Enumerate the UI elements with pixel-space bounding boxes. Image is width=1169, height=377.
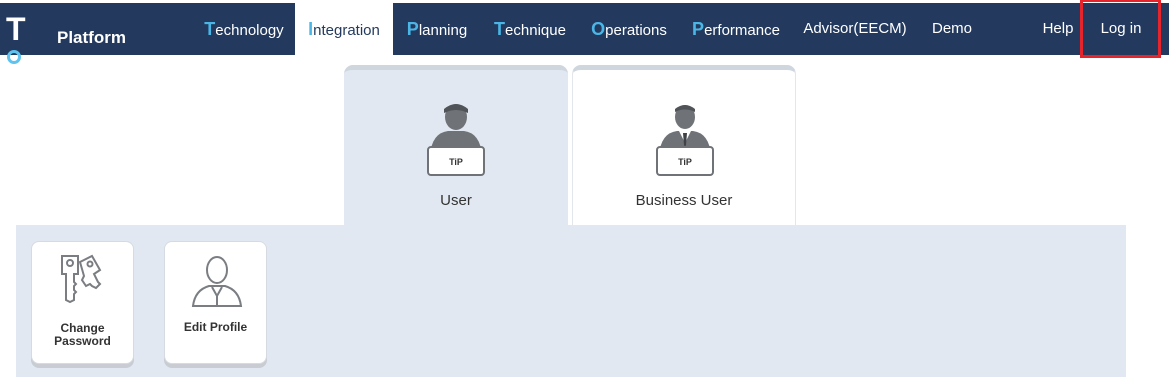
tab-user-label: User — [440, 192, 472, 209]
tab-business-user-label: Business User — [635, 192, 733, 209]
keys-icon — [61, 254, 102, 304]
svg-text:TiP: TiP — [449, 157, 463, 167]
edit-profile-button[interactable]: Edit Profile — [164, 241, 267, 364]
nav-technology[interactable]: Technology — [196, 3, 292, 55]
nav-demo[interactable]: Demo — [922, 3, 982, 55]
logo-mark: TP — [6, 11, 27, 119]
nav-performance[interactable]: Performance — [685, 3, 787, 55]
nav-help[interactable]: Help — [1034, 3, 1082, 55]
edit-profile-label: Edit Profile — [183, 320, 248, 334]
tab-business-user[interactable]: TiP Business User — [572, 65, 796, 226]
nav-technique[interactable]: Technique — [487, 3, 573, 55]
nav-operations[interactable]: Operations — [583, 3, 675, 55]
user-actions-panel: Change Password Edit Profile — [16, 225, 1126, 377]
login-highlight-box — [1080, 0, 1161, 58]
change-password-label-line2: Password — [54, 334, 111, 348]
nav-planning[interactable]: Planning — [399, 3, 475, 55]
logo-word: Platform — [57, 28, 126, 47]
tab-user[interactable]: TiP User — [344, 65, 568, 226]
user-laptop-icon: TiP — [427, 104, 485, 176]
svg-text:TiP: TiP — [678, 157, 692, 167]
top-nav-bar: TP Platform Technology Integration Plann… — [0, 0, 1169, 119]
change-password-button[interactable]: Change Password — [31, 241, 134, 364]
nav-integration[interactable]: Integration — [295, 3, 393, 55]
nav-advisor[interactable]: Advisor(EECM) — [797, 3, 913, 55]
business-user-laptop-icon: TiP — [656, 105, 714, 176]
profile-icon — [191, 256, 243, 307]
